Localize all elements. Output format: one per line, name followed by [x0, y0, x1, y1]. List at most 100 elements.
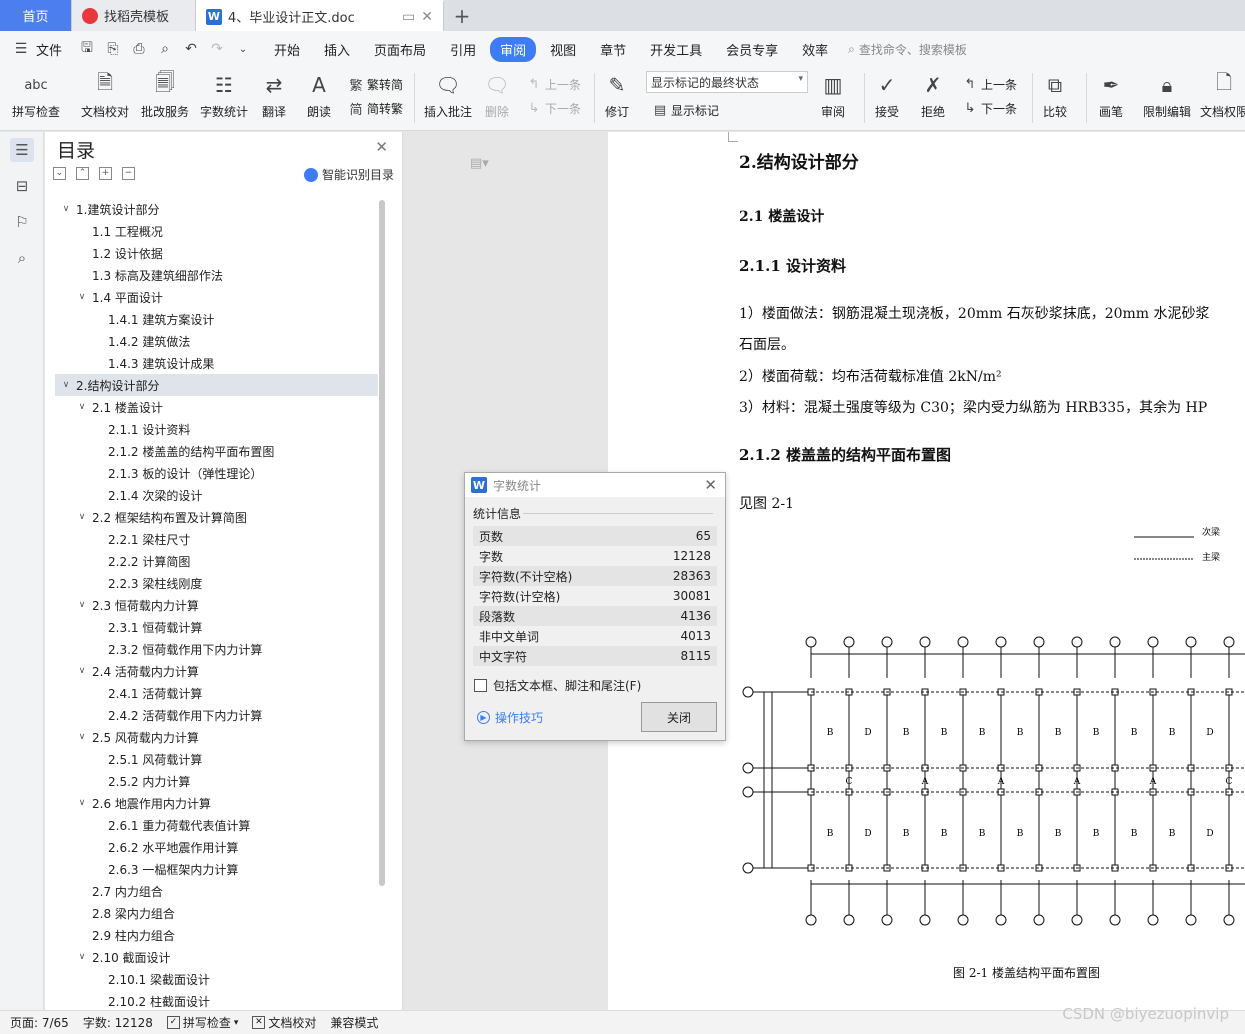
toc-item[interactable]: ∨ 2.4 活荷载内力计算	[55, 660, 378, 682]
command-search[interactable]: ⌕ 查找命令、搜索模板	[848, 41, 967, 58]
menu-item[interactable]: 开始	[264, 37, 310, 62]
toc-item[interactable]: 2.2.1 梁柱尺寸	[55, 528, 378, 550]
toc-item[interactable]: ∨ 2.6 地震作用内力计算	[55, 792, 378, 814]
redo-icon[interactable]: ↷	[206, 38, 228, 60]
reject-button[interactable]: ✗ 拒绝	[918, 69, 948, 120]
toc-item[interactable]: ∨ 2.结构设计部分	[55, 374, 378, 396]
menu-item[interactable]: 会员专享	[716, 37, 788, 62]
spell-check-button[interactable]: abc 拼写检查	[12, 69, 60, 120]
toc-item[interactable]: 2.1.1 设计资料	[55, 418, 378, 440]
trad-to-simp-button[interactable]: 繁繁转简	[348, 75, 403, 94]
tips-link[interactable]: ▶ 操作技巧	[477, 709, 543, 726]
smart-toc-button[interactable]: 智能识别目录	[303, 166, 394, 183]
toc-item[interactable]: ∨ 2.10 截面设计	[55, 946, 378, 968]
bookmark-icon[interactable]: ⚐	[10, 210, 34, 234]
paragraph-menu-icon[interactable]: ▤▾	[470, 156, 489, 171]
toc-item[interactable]: 2.9 柱内力组合	[55, 924, 378, 946]
review-pane-button[interactable]: ▥ 审阅	[818, 69, 848, 120]
page-indicator[interactable]: 页面: 7/65	[10, 1014, 69, 1031]
file-menu[interactable]: 文件	[36, 40, 62, 59]
chevron-down-icon[interactable]: ∨	[75, 600, 89, 610]
menu-hamburger-icon[interactable]: ☰	[10, 38, 32, 60]
read-aloud-button[interactable]: A 朗读	[304, 69, 334, 120]
prev-change-button[interactable]: ↰ 上一条	[962, 75, 1017, 93]
toc-item[interactable]: 2.1.2 楼盖盖的结构平面布置图	[55, 440, 378, 462]
undo-icon[interactable]: ↶	[180, 38, 202, 60]
menu-item[interactable]: 效率	[792, 37, 838, 62]
close-icon[interactable]: ✕	[375, 138, 388, 156]
save-icon[interactable]: 🖫	[76, 38, 98, 60]
markup-state-select[interactable]: 显示标记的最终状态 ▾	[646, 71, 808, 93]
toc-item[interactable]: 2.10.1 梁截面设计	[55, 968, 378, 990]
chevron-down-icon[interactable]: ∨	[75, 952, 89, 962]
chevron-down-icon[interactable]: ∨	[75, 512, 89, 522]
chevron-down-icon[interactable]: ∨	[75, 732, 89, 742]
menu-item[interactable]: 插入	[314, 37, 360, 62]
word-count-button[interactable]: ☷ 字数统计	[200, 69, 248, 120]
delete-comment-button[interactable]: 🗨 删除	[482, 69, 512, 120]
doc-proof-button[interactable]: 🗎 文档校对	[81, 69, 129, 120]
menu-item[interactable]: 视图	[540, 37, 586, 62]
new-tab-button[interactable]: +	[444, 0, 480, 31]
toc-item[interactable]: 2.4.1 活荷载计算	[55, 682, 378, 704]
chevron-down-icon[interactable]: ∨	[75, 402, 89, 412]
customize-icon[interactable]: ⌄	[232, 38, 254, 60]
toc-item[interactable]: 1.3 标高及建筑细部作法	[55, 264, 378, 286]
next-comment-button[interactable]: ↳ 下一条	[526, 99, 581, 117]
chevron-down-icon[interactable]: ∨	[59, 380, 73, 390]
expand-up-icon[interactable]: ⌃	[76, 167, 89, 180]
toc-item[interactable]: 2.2.2 计算简图	[55, 550, 378, 572]
toc-item[interactable]: 1.1 工程概况	[55, 220, 378, 242]
toc-item[interactable]: 2.3.1 恒荷载计算	[55, 616, 378, 638]
toc-item[interactable]: 2.7 内力组合	[55, 880, 378, 902]
track-changes-button[interactable]: ✎ 修订	[602, 69, 632, 120]
toc-item[interactable]: 2.1.4 次梁的设计	[55, 484, 378, 506]
compare-button[interactable]: ⧉ 比较	[1040, 69, 1070, 120]
search-icon[interactable]: ⌕	[10, 246, 34, 270]
toc-item[interactable]: 2.6.2 水平地震作用计算	[55, 836, 378, 858]
toc-item[interactable]: 2.10.2 柱截面设计	[55, 990, 378, 1010]
tab-template[interactable]: 找稻壳模板	[72, 0, 196, 31]
toc-item[interactable]: ∨ 1.4 平面设计	[55, 286, 378, 308]
remove-item-icon[interactable]: −	[122, 167, 135, 180]
toc-panel-icon[interactable]: ☰	[10, 138, 34, 162]
show-markup-button[interactable]: ▤ 显示标记	[652, 101, 719, 119]
close-button[interactable]: 关闭	[641, 702, 717, 732]
toc-item[interactable]: 1.4.3 建筑设计成果	[55, 352, 378, 374]
chevron-down-icon[interactable]: ∨	[59, 204, 73, 214]
translate-button[interactable]: ⇄ 翻译	[259, 69, 289, 120]
prev-comment-button[interactable]: ↰ 上一条	[526, 75, 581, 93]
toc-item[interactable]: 2.6.1 重力荷载代表值计算	[55, 814, 378, 836]
toc-item[interactable]: 2.4.2 活荷载作用下内力计算	[55, 704, 378, 726]
close-icon[interactable]: ✕	[704, 476, 717, 494]
print-icon[interactable]: ⎙	[128, 38, 150, 60]
chevron-down-icon[interactable]: ∨	[75, 292, 89, 302]
export-pdf-icon[interactable]: ⎘	[102, 38, 124, 60]
menu-item[interactable]: 页面布局	[364, 37, 436, 62]
insert-comment-button[interactable]: 🗨 插入批注	[424, 69, 472, 120]
include-textbox-checkbox[interactable]: 包括文本框、脚注和尾注(F)	[474, 677, 641, 694]
pen-button[interactable]: ✒ 画笔	[1096, 69, 1126, 120]
accept-button[interactable]: ✓ 接受	[872, 69, 902, 120]
toc-item[interactable]: 2.3.2 恒荷载作用下内力计算	[55, 638, 378, 660]
restrict-edit-button[interactable]: 🔒︎ 限制编辑	[1143, 69, 1191, 120]
toc-item[interactable]: ∨ 2.3 恒荷载内力计算	[55, 594, 378, 616]
print-preview-icon[interactable]: ⌕	[154, 38, 176, 60]
toc-item[interactable]: 1.4.2 建筑做法	[55, 330, 378, 352]
toc-item[interactable]: 2.6.3 一榀框架内力计算	[55, 858, 378, 880]
tab-home[interactable]: 首页	[0, 0, 72, 31]
menu-item[interactable]: 开发工具	[640, 37, 712, 62]
chevron-down-icon[interactable]: ∨	[75, 666, 89, 676]
toc-item[interactable]: 1.4.1 建筑方案设计	[55, 308, 378, 330]
simp-to-trad-button[interactable]: 简简转繁	[348, 99, 403, 118]
word-count-indicator[interactable]: 字数: 12128	[83, 1014, 153, 1031]
menu-item[interactable]: 章节	[590, 37, 636, 62]
toc-item[interactable]: ∨ 2.2 框架结构布置及计算简图	[55, 506, 378, 528]
toc-item[interactable]: 2.5.2 内力计算	[55, 770, 378, 792]
collapse-all-icon[interactable]: ⌄	[53, 167, 66, 180]
next-change-button[interactable]: ↳ 下一条	[962, 99, 1017, 117]
doc-permission-button[interactable]: 🗋 文档权限	[1200, 69, 1245, 120]
toc-item[interactable]: 2.5.1 风荷载计算	[55, 748, 378, 770]
toc-item[interactable]: ∨ 2.5 风荷载内力计算	[55, 726, 378, 748]
close-tab-icon[interactable]: ✕	[421, 9, 433, 25]
